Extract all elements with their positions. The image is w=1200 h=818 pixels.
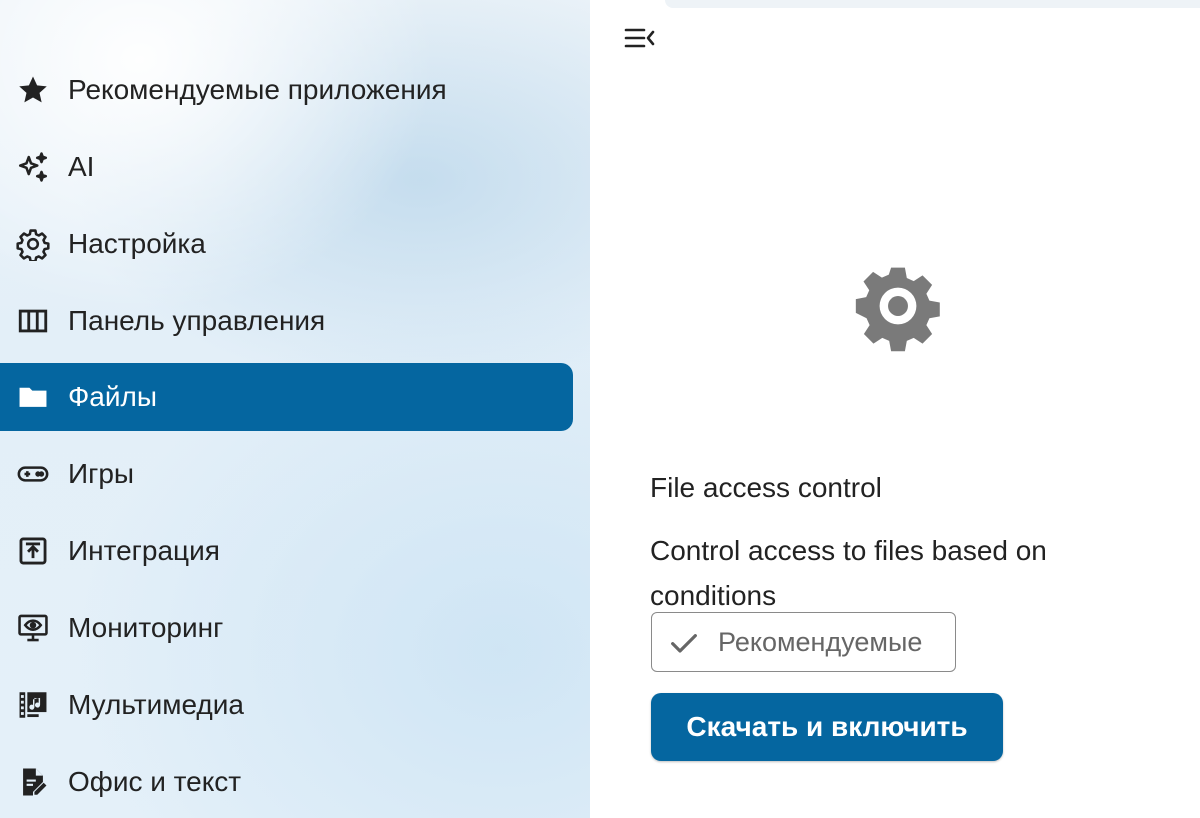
navigation-toggle-button[interactable] [620,22,660,58]
app-gear-icon [852,260,944,352]
folder-icon [16,380,50,414]
sidebar-item-monitoring[interactable]: Мониторинг [0,594,573,662]
top-bar [665,0,1200,8]
app-navigation: Рекомендуемые приложения AI Настройка Па… [0,0,590,818]
gear-icon [16,227,50,261]
sidebar-item-label: Панель управления [68,305,326,336]
app-title: File access control [650,472,882,503]
app-description: Control access to files based on conditi… [650,535,1047,611]
menu-collapse-icon [622,23,658,58]
dashboard-columns-icon [16,304,50,338]
sidebar-item-label: AI [68,151,95,182]
sidebar-item-dashboard[interactable]: Панель управления [0,287,573,355]
sidebar-item-label: Офис и текст [68,766,242,797]
sidebar-item-label: Файлы [68,381,157,412]
sidebar-item-games[interactable]: Игры [0,440,573,508]
sidebar-item-label: Интеграция [68,535,220,566]
sidebar-item-label: Настройка [68,228,206,259]
check-icon [668,627,700,659]
featured-badge: Рекомендуемые [651,612,956,672]
monitor-eye-icon [16,611,50,645]
sidebar-item-office[interactable]: Офис и текст [0,748,573,816]
sidebar-item-label: Мультимедиа [68,689,244,720]
sidebar-item-label: Рекомендуемые приложения [68,74,447,105]
upload-box-icon [16,534,50,568]
sidebar-item-multimedia[interactable]: Мультимедиа [0,671,573,739]
sparkles-icon [16,150,50,184]
multimedia-icon [16,688,50,722]
sidebar-item-files[interactable]: Файлы [0,363,573,431]
badge-label: Рекомендуемые [718,626,923,657]
download-and-enable-button[interactable]: Скачать и включить [651,693,1003,761]
sidebar-item-ai[interactable]: AI [0,133,573,201]
sidebar-item-customization[interactable]: Настройка [0,210,573,278]
sidebar-item-label: Игры [68,458,135,489]
sidebar-item-integration[interactable]: Интеграция [0,517,573,585]
star-icon [16,73,50,107]
gamepad-icon [16,457,50,491]
document-edit-icon [16,765,50,799]
sidebar-item-featured[interactable]: Рекомендуемые приложения [0,56,573,124]
sidebar-item-label: Мониторинг [68,612,224,643]
